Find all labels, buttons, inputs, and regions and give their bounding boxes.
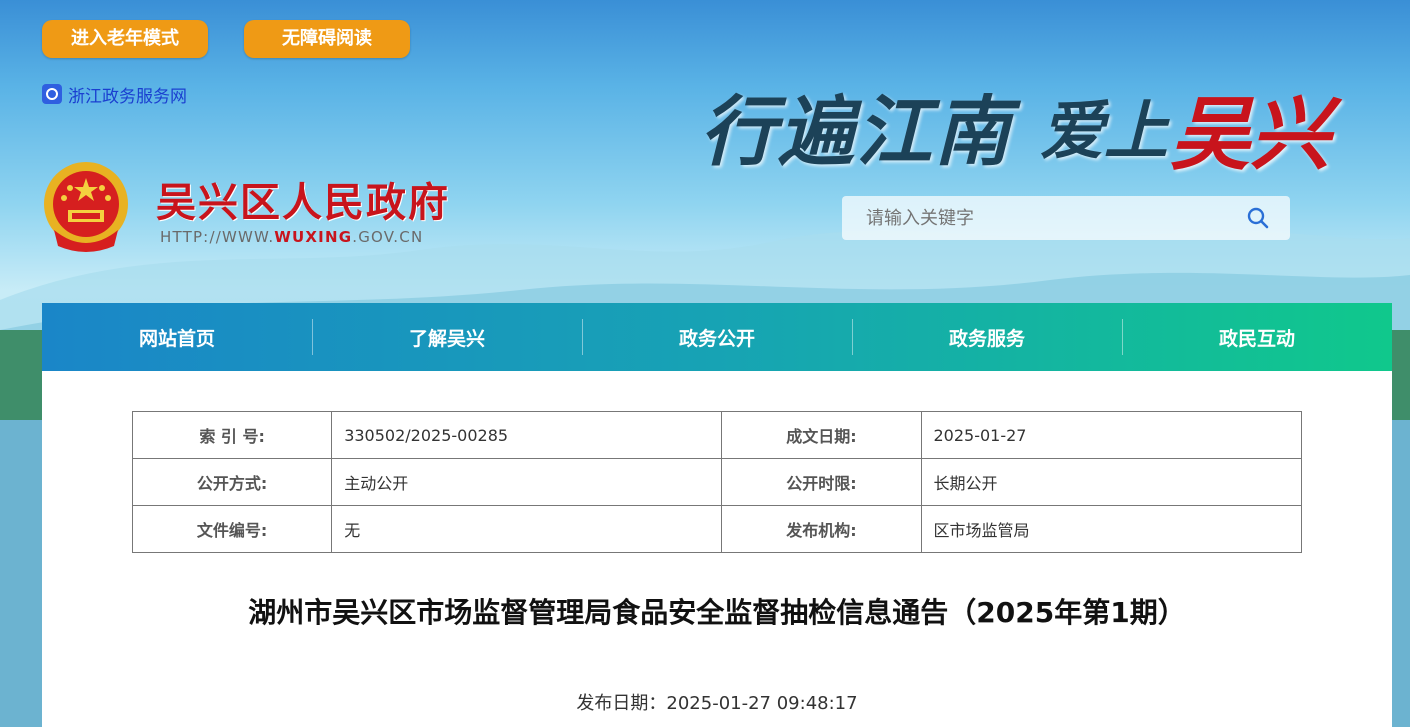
site-url: HTTP://WWW.WUXING.GOV.CN [160, 228, 424, 246]
zhejiang-service-icon [42, 84, 62, 104]
slogan-part1: 行遍江南 [700, 87, 1012, 176]
zhejiang-service-label: 浙江政务服务网 [68, 86, 187, 107]
nav-item-about[interactable]: 了解吴兴 [312, 303, 582, 371]
table-row: 公开方式: 主动公开 公开时限: 长期公开 [131, 458, 1302, 506]
period-value: 长期公开 [920, 458, 1302, 506]
nav-item-gov-service[interactable]: 政务服务 [852, 303, 1122, 371]
index-label: 索 引 号: [131, 411, 333, 459]
docno-label: 文件编号: [131, 505, 333, 553]
date-label: 成文日期: [721, 411, 922, 459]
slogan-part3: 吴兴 [1170, 87, 1330, 181]
method-value: 主动公开 [331, 458, 723, 506]
document-meta-table: 索 引 号: 330502/2025-00285 成文日期: 2025-01-2… [131, 411, 1302, 553]
article-title: 湖州市吴兴区市场监督管理局食品安全监督抽检信息通告（2025年第1期） [248, 596, 1186, 629]
nav-item-interaction[interactable]: 政民互动 [1122, 303, 1392, 371]
org-label: 发布机构: [721, 505, 922, 553]
period-label: 公开时限: [721, 458, 922, 506]
nav-item-home[interactable]: 网站首页 [42, 303, 312, 371]
article-content: 索 引 号: 330502/2025-00285 成文日期: 2025-01-2… [42, 371, 1392, 727]
table-row: 文件编号: 无 发布机构: 区市场监管局 [131, 505, 1302, 553]
docno-value: 无 [331, 505, 723, 553]
search-box [842, 196, 1290, 240]
publish-date: 发布日期：2025-01-27 09:48:17 [576, 693, 858, 714]
main-nav: 网站首页 了解吴兴 政务公开 政务服务 政民互动 [42, 303, 1392, 371]
search-icon[interactable] [1246, 206, 1270, 230]
accessible-reading-button[interactable]: 无障碍阅读 [244, 20, 410, 58]
method-label: 公开方式: [131, 458, 333, 506]
date-value: 2025-01-27 [920, 411, 1302, 459]
slogan-banner: 行遍江南 爱上 吴兴 [700, 70, 1350, 181]
elder-mode-button[interactable]: 进入老年模式 [42, 20, 208, 58]
zhejiang-service-link[interactable]: 浙江政务服务网 [42, 82, 187, 107]
table-row: 索 引 号: 330502/2025-00285 成文日期: 2025-01-2… [131, 411, 1302, 459]
slogan-part2: 爱上 [1040, 94, 1168, 169]
search-input[interactable] [842, 206, 1248, 230]
national-emblem-icon [44, 162, 128, 252]
org-value: 区市场监管局 [920, 505, 1302, 553]
site-name: 吴兴区人民政府 [156, 179, 450, 226]
nav-item-gov-open[interactable]: 政务公开 [582, 303, 852, 371]
index-value: 330502/2025-00285 [331, 411, 723, 459]
